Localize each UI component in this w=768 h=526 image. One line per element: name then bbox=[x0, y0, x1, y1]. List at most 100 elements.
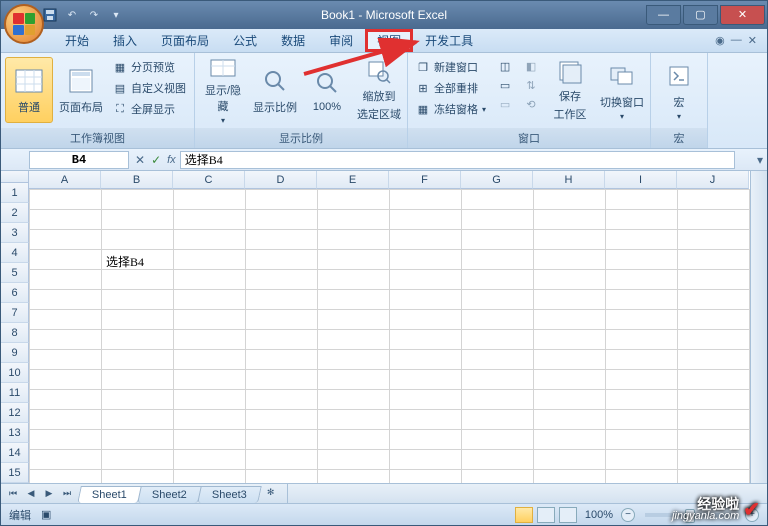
tab-开始[interactable]: 开始 bbox=[53, 29, 101, 52]
formula-bar[interactable]: 选择B4 bbox=[180, 151, 735, 169]
status-bar: 编辑 ▣ 100% − + bbox=[1, 503, 767, 525]
sheet-tab[interactable]: Sheet1 bbox=[77, 486, 141, 503]
sync-scroll-button[interactable]: ⇅ bbox=[520, 76, 542, 94]
macros-button[interactable]: 宏 ▾ bbox=[655, 57, 703, 123]
formula-bar-row: B4 ✕ ✓ fx 选择B4 ▾ bbox=[1, 149, 767, 171]
qat-dropdown-icon[interactable]: ▾ bbox=[107, 6, 125, 24]
tab-插入[interactable]: 插入 bbox=[101, 29, 149, 52]
row-header[interactable]: 1 bbox=[1, 183, 29, 203]
tab-数据[interactable]: 数据 bbox=[269, 29, 317, 52]
arrange-all-button[interactable]: ⊞全部重排 bbox=[412, 78, 490, 98]
zoom-button[interactable]: 显示比例 bbox=[251, 57, 299, 123]
save-workspace-button[interactable]: 保存 工作区 bbox=[546, 57, 594, 123]
row-header[interactable]: 8 bbox=[1, 323, 29, 343]
new-window-button[interactable]: ❐新建窗口 bbox=[412, 57, 490, 77]
view-side-button[interactable]: ◧ bbox=[520, 57, 542, 75]
column-header[interactable]: A bbox=[29, 171, 101, 189]
row-header[interactable]: 12 bbox=[1, 403, 29, 423]
freeze-panes-button[interactable]: ▦冻结窗格 ▾ bbox=[412, 99, 490, 119]
column-header[interactable]: H bbox=[533, 171, 605, 189]
column-header[interactable]: D bbox=[245, 171, 317, 189]
minimize-button[interactable]: — bbox=[646, 5, 681, 25]
show-hide-button[interactable]: 显示/隐藏 ▾ bbox=[199, 57, 247, 123]
page-layout-button[interactable]: 页面布局 bbox=[57, 57, 105, 123]
tab-last-icon[interactable]: ⏭ bbox=[59, 486, 75, 502]
tab-视图[interactable]: 视图 bbox=[365, 29, 413, 52]
row-header[interactable]: 13 bbox=[1, 423, 29, 443]
column-header[interactable]: E bbox=[317, 171, 389, 189]
tab-first-icon[interactable]: ⏮ bbox=[5, 486, 21, 502]
window-controls: — ▢ ✕ bbox=[646, 6, 767, 25]
page-layout-view-icon[interactable] bbox=[537, 507, 555, 523]
row-header[interactable]: 9 bbox=[1, 343, 29, 363]
column-header[interactable]: J bbox=[677, 171, 749, 189]
magnifier-icon bbox=[259, 65, 291, 97]
new-sheet-icon[interactable]: ✻ bbox=[263, 484, 279, 500]
cell-grid[interactable]: 选择B4 bbox=[29, 189, 750, 483]
select-all-corner[interactable] bbox=[1, 171, 29, 183]
page-break-preview-button[interactable]: ▦分页预览 bbox=[109, 57, 190, 77]
doc-close-icon[interactable]: ✕ bbox=[748, 34, 757, 47]
tab-prev-icon[interactable]: ◀ bbox=[23, 486, 39, 502]
tab-公式[interactable]: 公式 bbox=[221, 29, 269, 52]
row-header[interactable]: 4 bbox=[1, 243, 29, 263]
enter-icon[interactable]: ✓ bbox=[151, 153, 161, 167]
row-header[interactable]: 14 bbox=[1, 443, 29, 463]
row-header[interactable]: 15 bbox=[1, 463, 29, 483]
help-icon[interactable]: ◉ bbox=[715, 34, 725, 47]
hide-button[interactable]: ▭ bbox=[494, 76, 516, 94]
fx-icon[interactable]: fx bbox=[167, 154, 176, 166]
macro-record-icon[interactable]: ▣ bbox=[41, 508, 51, 521]
worksheet-area: 123456789101112131415 ABCDEFGHIJ 选择B4 ⏮ … bbox=[1, 171, 767, 503]
sheet-tab[interactable]: Sheet3 bbox=[197, 486, 261, 503]
macro-icon bbox=[663, 60, 695, 92]
ribbon-tabs: 开始插入页面布局公式数据审阅视图开发工具 ◉ — ✕ bbox=[1, 29, 767, 53]
name-box[interactable]: B4 bbox=[29, 151, 129, 169]
tab-页面布局[interactable]: 页面布局 bbox=[149, 29, 221, 52]
ribbon-minimize-icon[interactable]: — bbox=[731, 34, 742, 47]
zoom-out-button[interactable]: − bbox=[621, 508, 635, 522]
fullscreen-icon: ⛶ bbox=[113, 102, 127, 116]
unhide-button[interactable]: ▭ bbox=[494, 95, 516, 113]
row-header[interactable]: 7 bbox=[1, 303, 29, 323]
normal-view-icon[interactable] bbox=[515, 507, 533, 523]
column-header[interactable]: G bbox=[461, 171, 533, 189]
redo-icon[interactable]: ↷ bbox=[85, 6, 103, 24]
window-title: Book1 - Microsoft Excel bbox=[321, 8, 447, 22]
row-header[interactable]: 11 bbox=[1, 383, 29, 403]
formula-expand-icon[interactable]: ▾ bbox=[753, 153, 767, 167]
undo-icon[interactable]: ↶ bbox=[63, 6, 81, 24]
cancel-icon[interactable]: ✕ bbox=[135, 153, 145, 167]
row-header[interactable]: 3 bbox=[1, 223, 29, 243]
switch-windows-button[interactable]: 切换窗口 ▾ bbox=[598, 57, 646, 123]
tab-开发工具[interactable]: 开发工具 bbox=[413, 29, 485, 52]
vertical-scrollbar[interactable] bbox=[750, 171, 767, 483]
sheet-tab[interactable]: Sheet2 bbox=[137, 486, 201, 503]
custom-views-button[interactable]: ▤自定义视图 bbox=[109, 78, 190, 98]
title-bar: ↶ ↷ ▾ Book1 - Microsoft Excel — ▢ ✕ bbox=[1, 1, 767, 29]
fullscreen-button[interactable]: ⛶全屏显示 bbox=[109, 99, 190, 119]
column-header[interactable]: B bbox=[101, 171, 173, 189]
split-button[interactable]: ◫ bbox=[494, 57, 516, 75]
tab-next-icon[interactable]: ▶ bbox=[41, 486, 57, 502]
zoom-100-button[interactable]: 100% bbox=[303, 57, 351, 123]
column-header[interactable]: C bbox=[173, 171, 245, 189]
row-header[interactable]: 5 bbox=[1, 263, 29, 283]
normal-view-button[interactable]: 普通 bbox=[5, 57, 53, 123]
row-header[interactable]: 2 bbox=[1, 203, 29, 223]
zoom-to-selection-button[interactable]: 缩放到 选定区域 bbox=[355, 57, 403, 123]
page-break-view-icon[interactable] bbox=[559, 507, 577, 523]
tab-审阅[interactable]: 审阅 bbox=[317, 29, 365, 52]
zoom-level[interactable]: 100% bbox=[585, 509, 613, 521]
sheet-tabs: Sheet1Sheet2Sheet3 bbox=[79, 484, 259, 503]
office-button[interactable] bbox=[4, 4, 44, 44]
row-header[interactable]: 6 bbox=[1, 283, 29, 303]
maximize-button[interactable]: ▢ bbox=[683, 5, 718, 25]
reset-pos-button[interactable]: ⟲ bbox=[520, 95, 542, 113]
column-header[interactable]: I bbox=[605, 171, 677, 189]
close-button[interactable]: ✕ bbox=[720, 5, 765, 25]
row-header[interactable]: 10 bbox=[1, 363, 29, 383]
sync-icon: ⇅ bbox=[524, 78, 538, 92]
office-logo-icon bbox=[13, 13, 35, 35]
column-header[interactable]: F bbox=[389, 171, 461, 189]
